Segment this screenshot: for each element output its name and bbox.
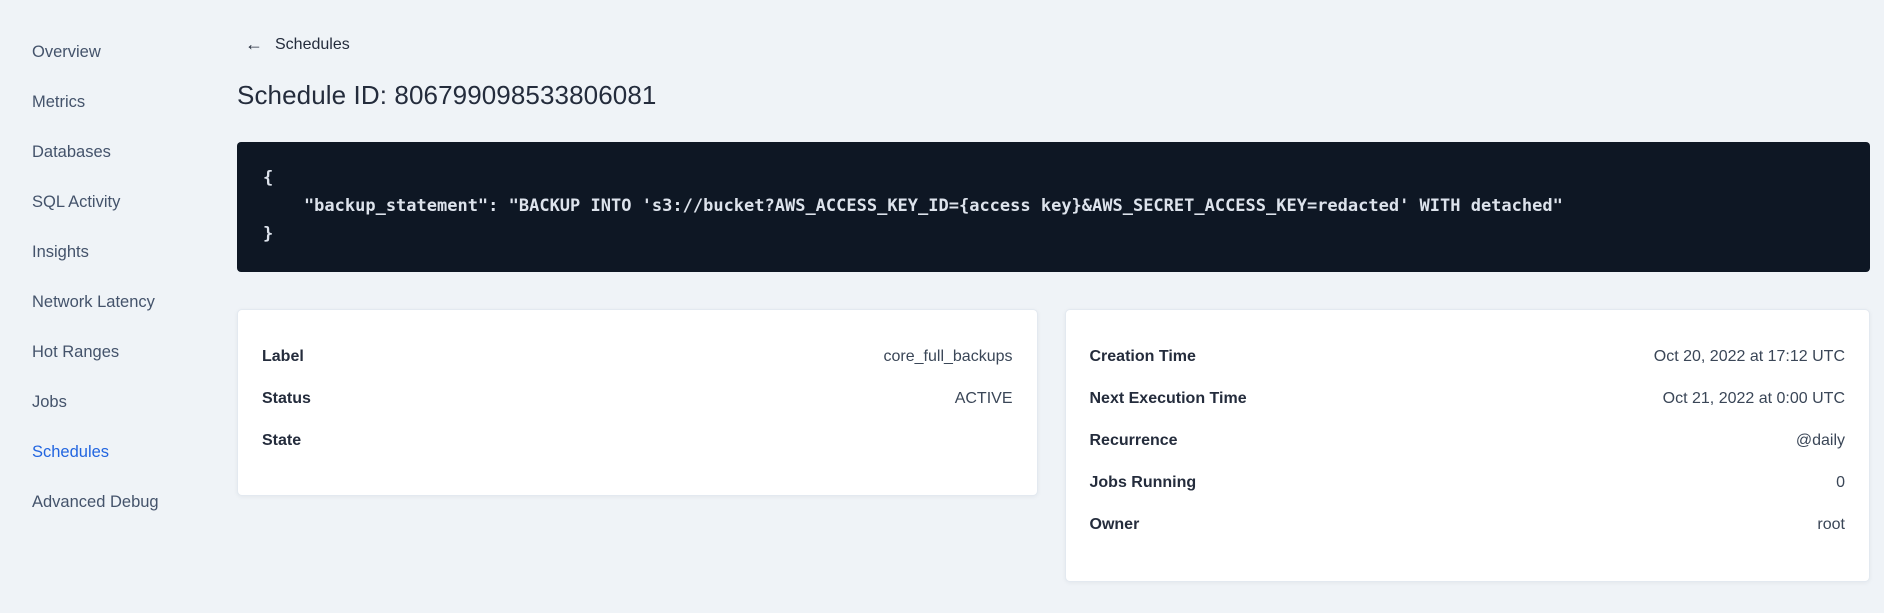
left-arrow-icon: ← xyxy=(245,34,263,54)
detail-value: core_full_backups xyxy=(883,348,1013,365)
detail-value: Oct 20, 2022 at 17:12 UTC xyxy=(1653,348,1845,365)
sidebar: Overview Metrics Databases SQL Activity … xyxy=(0,0,220,613)
schedule-summary-card: Label core_full_backups Status ACTIVE St… xyxy=(237,309,1038,496)
back-link[interactable]: ← Schedules xyxy=(245,34,350,54)
detail-row-recurrence: Recurrence @daily xyxy=(1090,420,1846,462)
sidebar-item-databases[interactable]: Databases xyxy=(0,127,220,177)
detail-value: @daily xyxy=(1795,432,1845,449)
code-line: "backup_statement": "BACKUP INTO 's3://b… xyxy=(263,196,1563,216)
page-title: Schedule ID: 806799098533806081 xyxy=(237,80,657,110)
sidebar-item-jobs[interactable]: Jobs xyxy=(0,377,220,427)
detail-key: Jobs Running xyxy=(1089,474,1197,491)
detail-key: Owner xyxy=(1089,516,1140,533)
code-line: { xyxy=(263,168,274,188)
code-line: } xyxy=(263,224,274,244)
detail-row-owner: Owner root xyxy=(1090,504,1846,546)
detail-value: ACTIVE xyxy=(954,390,1013,407)
detail-value: 0 xyxy=(1836,474,1845,491)
detail-row-creation-time: Creation Time Oct 20, 2022 at 17:12 UTC xyxy=(1090,336,1846,378)
back-link-label: Schedules xyxy=(275,36,350,53)
detail-row-next-execution-time: Next Execution Time Oct 21, 2022 at 0:00… xyxy=(1090,378,1846,420)
detail-key: State xyxy=(262,432,302,449)
detail-key: Next Execution Time xyxy=(1089,390,1247,407)
sidebar-item-schedules[interactable]: Schedules xyxy=(0,427,220,477)
sidebar-item-overview[interactable]: Overview xyxy=(0,27,220,77)
detail-key: Label xyxy=(262,348,304,365)
detail-row-status: Status ACTIVE xyxy=(262,378,1013,420)
detail-value: root xyxy=(1817,516,1845,533)
detail-row-jobs-running: Jobs Running 0 xyxy=(1090,462,1846,504)
detail-row-state: State xyxy=(262,420,1013,462)
schedule-detail-page: ← Schedules Schedule ID: 806799098533806… xyxy=(237,0,1870,582)
sidebar-item-sql-activity[interactable]: SQL Activity xyxy=(0,177,220,227)
sidebar-item-hot-ranges[interactable]: Hot Ranges xyxy=(0,327,220,377)
detail-cards: Label core_full_backups Status ACTIVE St… xyxy=(237,309,1870,582)
detail-row-label: Label core_full_backups xyxy=(262,336,1013,378)
sidebar-item-advanced-debug[interactable]: Advanced Debug xyxy=(0,477,220,527)
detail-key: Status xyxy=(262,390,311,407)
sidebar-item-insights[interactable]: Insights xyxy=(0,227,220,277)
detail-key: Creation Time xyxy=(1089,348,1196,365)
schedule-timing-card: Creation Time Oct 20, 2022 at 17:12 UTC … xyxy=(1064,309,1870,582)
sidebar-item-network-latency[interactable]: Network Latency xyxy=(0,277,220,327)
sidebar-item-metrics[interactable]: Metrics xyxy=(0,77,220,127)
detail-key: Recurrence xyxy=(1089,432,1178,449)
detail-value: Oct 21, 2022 at 0:00 UTC xyxy=(1662,390,1845,407)
backup-statement-code-block: { "backup_statement": "BACKUP INTO 's3:/… xyxy=(237,142,1870,272)
